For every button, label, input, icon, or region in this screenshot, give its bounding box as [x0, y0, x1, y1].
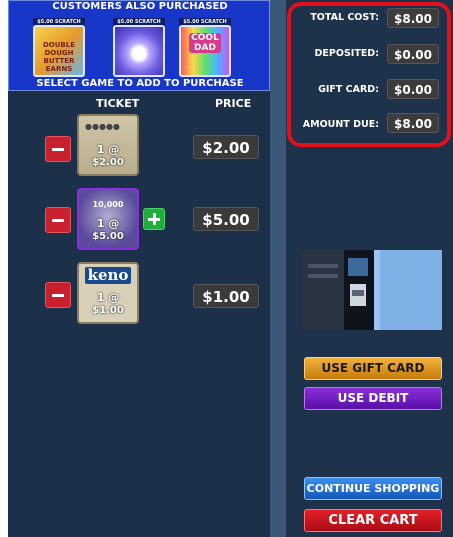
price-column-header: PRICE — [215, 97, 252, 110]
keno-logo: keno — [85, 267, 131, 284]
also-purchased-panel: CUSTOMERS ALSO PURCHASED $5.00 SCRATCH D… — [8, 0, 270, 91]
continue-shopping-button[interactable]: CONTINUE SHOPPING — [304, 477, 442, 500]
suggested-game-1[interactable]: DOUBLE DOUGH BUTTER EARNS — [33, 25, 85, 77]
select-game-hint: SELECT GAME TO ADD TO PURCHASE — [36, 78, 244, 89]
game-thumbnail — [113, 25, 165, 77]
game-name: COOL DAD — [189, 33, 221, 53]
game-thumbnail: COOL DAD — [179, 25, 231, 77]
game-thumbnail: DOUBLE DOUGH BUTTER EARNS — [33, 25, 85, 77]
remove-ticket-button[interactable] — [45, 136, 71, 162]
ticket-quantity: 1 @ — [96, 291, 120, 304]
cart-ticket-item: keno 1 @ $1.00 — [77, 262, 139, 324]
panel-divider — [270, 0, 286, 537]
remove-ticket-button[interactable] — [45, 282, 71, 308]
add-ticket-button[interactable] — [143, 208, 165, 230]
ticket-top-text: 10,000 — [92, 200, 124, 209]
use-debit-button[interactable]: USE DEBIT — [304, 387, 442, 410]
cart-ticket-item: 10,000 1 @ $5.00 — [77, 188, 139, 250]
remove-ticket-button[interactable] — [45, 207, 71, 233]
ticket-unit-price: $5.00 — [92, 231, 124, 242]
use-gift-card-button[interactable]: USE GIFT CARD — [304, 357, 442, 380]
ticket-column-header: TICKET — [96, 97, 140, 110]
left-edge — [0, 0, 8, 537]
ticket-quantity: 1 @ — [96, 143, 120, 156]
line-price: $1.00 — [193, 284, 259, 308]
line-price: $5.00 — [193, 207, 259, 231]
ticket-quantity: 1 @ — [96, 217, 120, 230]
ticket-unit-price: $1.00 — [92, 305, 124, 316]
suggested-game-3[interactable]: COOL DAD — [179, 25, 231, 77]
terminal-image — [302, 250, 442, 330]
line-price: $2.00 — [193, 135, 259, 159]
ticket-balls-graphic: ●●●●● — [85, 122, 120, 131]
ticket-unit-price: $2.00 — [92, 157, 124, 168]
game-name: DOUBLE DOUGH BUTTER EARNS — [42, 41, 76, 73]
totals-highlight — [287, 2, 451, 147]
also-purchased-title: CUSTOMERS ALSO PURCHASED — [52, 1, 228, 12]
clear-cart-button[interactable]: CLEAR CART — [304, 509, 442, 532]
cart-ticket-item: ●●●●● 1 @ $2.00 — [77, 114, 139, 176]
suggested-game-2[interactable] — [113, 25, 165, 77]
